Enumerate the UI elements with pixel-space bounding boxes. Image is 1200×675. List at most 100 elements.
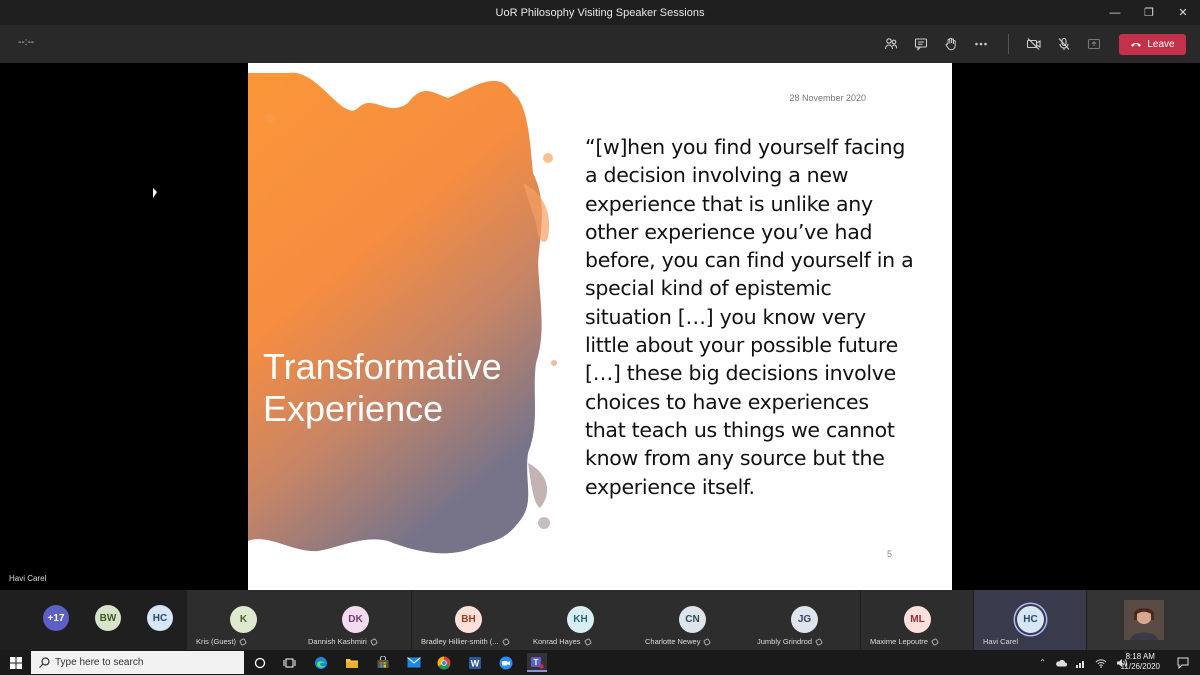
mic-muted-icon (238, 637, 248, 647)
avatar-bw[interactable]: BW (95, 605, 121, 631)
slide-title: Transformative Experience (263, 346, 502, 429)
mic-muted-icon (703, 637, 712, 647)
leave-button[interactable]: Leave (1119, 33, 1186, 55)
camera-toggle-button[interactable] (1019, 29, 1049, 59)
avatar: JG (791, 606, 818, 633)
mouse-cursor-icon (153, 188, 157, 198)
taskbar-file-explorer[interactable] (342, 653, 362, 672)
leave-label: Leave (1147, 38, 1175, 50)
taskbar-word[interactable]: W (465, 653, 485, 672)
chat-button[interactable] (906, 29, 936, 59)
more-participants-badge[interactable]: +17 (43, 605, 69, 631)
participant-tile[interactable]: BH Bradley Hillier-smith (... (412, 590, 524, 650)
mail-icon (407, 657, 421, 668)
taskbar-zoom[interactable] (496, 653, 516, 672)
share-tray-icon (1087, 38, 1101, 50)
mic-muted-icon (501, 637, 510, 647)
presenter-name: Havi Carel (9, 574, 47, 583)
avatar-hc[interactable]: HC (147, 605, 173, 631)
participant-name: Charlotte Newey (645, 637, 712, 647)
avatar: K (230, 606, 257, 633)
task-view-button[interactable] (279, 653, 299, 672)
people-icon (884, 38, 898, 50)
avatar: ML (904, 606, 931, 633)
participant-tile-active[interactable]: HC Havi Carel (974, 590, 1086, 650)
svg-text:T: T (534, 658, 539, 667)
folder-icon (346, 658, 358, 668)
mic-toggle-button[interactable] (1049, 29, 1079, 59)
participants-button[interactable] (876, 29, 906, 59)
taskbar-clock[interactable]: 8:18 AM 11/26/2020 (1121, 652, 1160, 672)
avatar: KH (567, 606, 594, 633)
teams-meeting-window: UoR Philosophy Visiting Speaker Sessions… (0, 0, 1200, 675)
edge-icon (315, 656, 327, 669)
action-center-button[interactable] (1173, 653, 1193, 672)
teams-icon: T (531, 656, 544, 669)
window-controls: — ❐ ✕ (1098, 0, 1200, 25)
window-title: UoR Philosophy Visiting Speaker Sessions (495, 6, 705, 19)
restore-button[interactable]: ❐ (1132, 0, 1166, 25)
taskbar-mail[interactable] (404, 653, 424, 672)
windows-logo-icon (10, 656, 22, 669)
toolbar-divider (1008, 34, 1009, 54)
more-options-button[interactable] (966, 29, 996, 59)
hand-icon (945, 37, 956, 51)
participant-tile[interactable]: JG Jumbly Grindrod (748, 590, 860, 650)
participant-name: Jumbly Grindrod (757, 637, 824, 647)
meeting-stage: 28 November 2020 Transformative Experien… (0, 63, 1200, 590)
start-button[interactable] (6, 653, 26, 672)
share-button[interactable] (1079, 29, 1109, 59)
participant-tile[interactable]: CN Charlotte Newey (636, 590, 748, 650)
slide-quote: “[w]hen you find yourself facing a decis… (585, 135, 914, 499)
meeting-toolbar: --:-- Leave (0, 25, 1200, 63)
participant-name: Dannish Kashmiri (308, 637, 378, 647)
avatar: CN (679, 606, 706, 633)
onedrive-cloud-icon[interactable] (1055, 659, 1067, 667)
cortana-button[interactable] (250, 653, 270, 672)
avatar: DK (342, 606, 369, 633)
search-icon (39, 657, 50, 668)
taskbar-search-input[interactable]: Type here to search (31, 651, 244, 674)
meeting-timer: --:-- (18, 37, 35, 48)
task-view-icon (283, 658, 295, 667)
participant-tile[interactable]: DK Dannish Kashmiri (299, 590, 411, 650)
self-video-thumbnail (1124, 600, 1164, 640)
participant-tile[interactable]: ML Maxime Lepoutre (861, 590, 973, 650)
slide-date: 28 November 2020 (789, 93, 866, 103)
svg-text:W: W (471, 658, 480, 668)
tray-expand-icon[interactable]: ⌃ (1039, 658, 1046, 667)
chrome-icon (437, 656, 451, 669)
self-video-tile[interactable] (1087, 590, 1200, 650)
avatar: BH (455, 606, 482, 633)
taskbar-edge[interactable] (311, 653, 331, 672)
search-placeholder: Type here to search (55, 657, 144, 668)
mic-muted-icon (583, 637, 592, 647)
chat-icon (914, 38, 928, 51)
mic-muted-icon (369, 637, 378, 647)
store-bag-icon (377, 656, 389, 668)
mic-muted-icon (814, 637, 824, 647)
notification-icon (1177, 657, 1189, 669)
close-button[interactable]: ✕ (1166, 0, 1200, 25)
participant-tile[interactable]: K Kris (Guest) (187, 590, 299, 650)
shared-slide: 28 November 2020 Transformative Experien… (248, 63, 952, 590)
meeting-controls: Leave (876, 25, 1200, 63)
taskbar-chrome[interactable] (434, 653, 454, 672)
slide-page-number: 5 (886, 549, 892, 559)
participant-name: Havi Carel (983, 637, 1019, 646)
orange-paint-splash (248, 72, 557, 554)
mic-muted-icon (930, 637, 940, 647)
camera-off-icon (1026, 38, 1041, 50)
wifi-icon[interactable] (1095, 658, 1107, 668)
zoom-icon (499, 656, 513, 669)
minimize-button[interactable]: — (1098, 0, 1132, 25)
network-icon[interactable] (1076, 658, 1086, 668)
taskbar-store[interactable] (373, 653, 393, 672)
raise-hand-button[interactable] (936, 29, 966, 59)
title-bar: UoR Philosophy Visiting Speaker Sessions… (0, 0, 1200, 25)
participant-tile[interactable]: KH Konrad Hayes (524, 590, 636, 650)
phone-hangup-icon (1131, 43, 1142, 47)
taskbar-teams[interactable]: T (527, 653, 547, 672)
windows-taskbar: Type here to search W T ⌃ 8:18 AM 11/26/… (0, 650, 1200, 675)
participant-strip: +17 BW HC K Kris (Guest) DK Dannish Kash… (0, 590, 1200, 650)
